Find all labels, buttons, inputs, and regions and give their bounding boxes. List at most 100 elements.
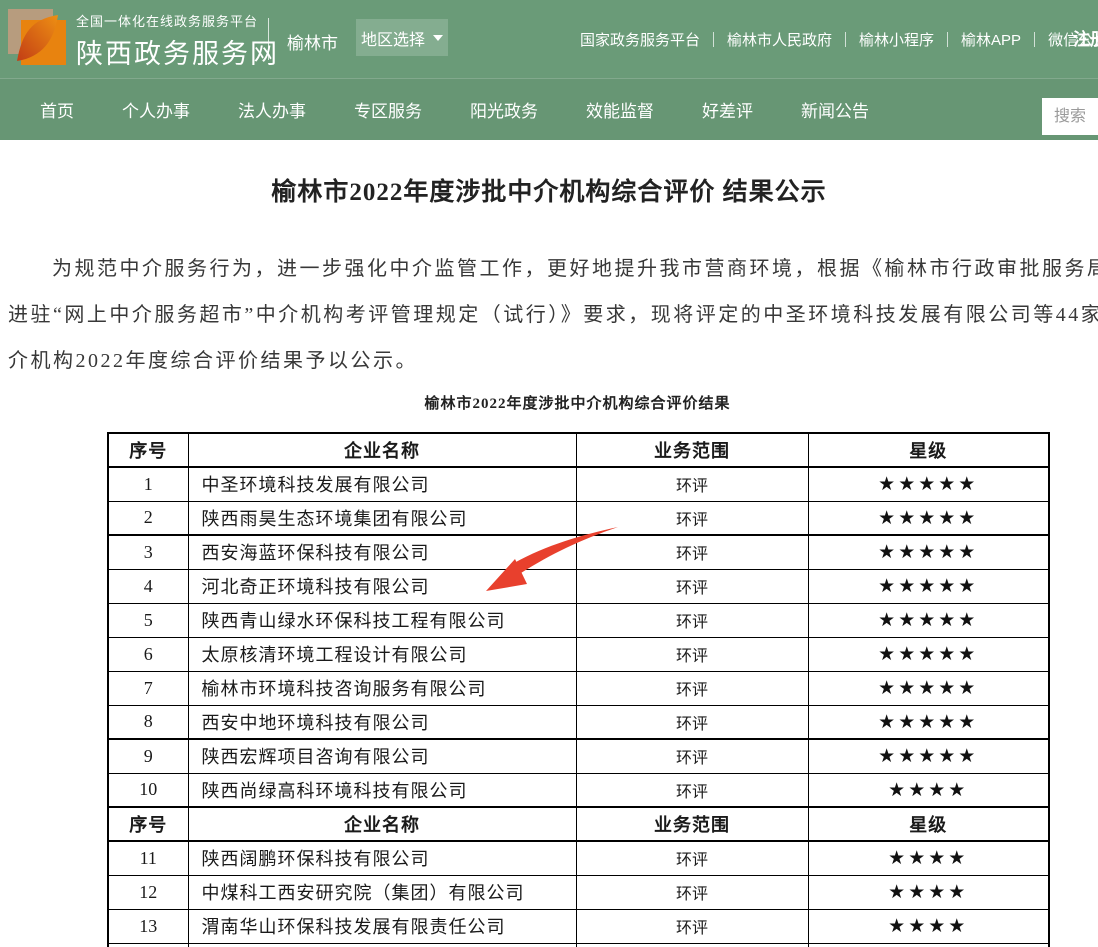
business-scope-cell: 环评 bbox=[576, 569, 808, 603]
star-rating-cell: ★★★★★ bbox=[808, 501, 1049, 535]
business-scope-cell: 环评 bbox=[576, 637, 808, 671]
table-row: 11陕西阔鹏环保科技有限公司环评★★★★ bbox=[108, 841, 1049, 875]
star-rating-cell: ★★★★ bbox=[808, 875, 1049, 909]
serial-cell: 4 bbox=[108, 569, 188, 603]
nav-item[interactable]: 首页 bbox=[40, 97, 74, 122]
column-header: 序号 bbox=[108, 433, 188, 467]
nav-item[interactable]: 专区服务 bbox=[354, 97, 422, 122]
serial-cell: 6 bbox=[108, 637, 188, 671]
table-row: 13渭南华山环保科技发展有限责任公司环评★★★★ bbox=[108, 909, 1049, 943]
site-header: 全国一体化在线政务服务平台 陕西政务服务网 榆林市 地区选择 国家政务服务平台榆… bbox=[0, 0, 1098, 78]
company-name-cell: 河北奇正环境科技有限公司 bbox=[188, 569, 576, 603]
register-link[interactable]: 注册 bbox=[1073, 25, 1098, 50]
serial-cell: 12 bbox=[108, 875, 188, 909]
star-rating-cell: ★★★★★ bbox=[808, 739, 1049, 773]
serial-cell: 7 bbox=[108, 671, 188, 705]
business-scope-cell: 环评 bbox=[576, 467, 808, 501]
nav-item[interactable]: 效能监督 bbox=[586, 97, 654, 122]
page-title: 榆林市2022年度涉批中介机构综合评价 结果公示 bbox=[0, 172, 1098, 208]
column-header: 序号 bbox=[108, 807, 188, 841]
company-name-cell: 陕西尚绿高科环境科技有限公司 bbox=[188, 773, 576, 807]
company-name-cell: 榆林市环境科技咨询服务有限公司 bbox=[188, 671, 576, 705]
paragraph-line: 介机构2022年度综合评价结果予以公示。 bbox=[8, 338, 1098, 384]
brand-block: 全国一体化在线政务服务平台 陕西政务服务网 bbox=[76, 11, 279, 71]
table-row: 2陕西雨昊生态环境集团有限公司环评★★★★★ bbox=[108, 501, 1049, 535]
header-link[interactable]: 国家政务服务平台 bbox=[567, 29, 713, 50]
table-row: 9陕西宏辉项目咨询有限公司环评★★★★★ bbox=[108, 739, 1049, 773]
table-row: 8西安中地环境科技有限公司环评★★★★★ bbox=[108, 705, 1049, 739]
nav-item[interactable]: 新闻公告 bbox=[801, 97, 869, 122]
serial-cell: 8 bbox=[108, 705, 188, 739]
star-rating-cell: ★★★★ bbox=[808, 909, 1049, 943]
business-scope-cell: 环评 bbox=[576, 875, 808, 909]
business-scope-cell: 环评 bbox=[576, 705, 808, 739]
business-scope-cell: 环评 bbox=[576, 773, 808, 807]
empty-cell bbox=[808, 943, 1049, 947]
table-row: 1中圣环境科技发展有限公司环评★★★★★ bbox=[108, 467, 1049, 501]
company-name-cell: 陕西青山绿水环保科技工程有限公司 bbox=[188, 603, 576, 637]
star-rating-cell: ★★★★★ bbox=[808, 637, 1049, 671]
nav-item[interactable]: 个人办事 bbox=[122, 97, 190, 122]
company-name-cell: 渭南华山环保科技发展有限责任公司 bbox=[188, 909, 576, 943]
company-name-cell: 西安海蓝环保科技有限公司 bbox=[188, 535, 576, 569]
company-name-cell: 太原核清环境工程设计有限公司 bbox=[188, 637, 576, 671]
evaluation-results-table: 序号企业名称业务范围星级1中圣环境科技发展有限公司环评★★★★★2陕西雨昊生态环… bbox=[107, 432, 1050, 947]
table-row: 6太原核清环境工程设计有限公司环评★★★★★ bbox=[108, 637, 1049, 671]
platform-label: 全国一体化在线政务服务平台 bbox=[76, 11, 279, 30]
company-name-cell: 陕西阔鹏环保科技有限公司 bbox=[188, 841, 576, 875]
table-header-row: 序号企业名称业务范围星级 bbox=[108, 433, 1049, 467]
business-scope-cell: 环评 bbox=[576, 739, 808, 773]
site-name: 陕西政务服务网 bbox=[76, 32, 279, 71]
search-input[interactable] bbox=[1042, 98, 1098, 135]
empty-cell bbox=[188, 943, 576, 947]
paragraph-line: 进驻“网上中介服务超市”中介机构考评管理规定（试行）》要求，现将评定的中圣环境科… bbox=[8, 292, 1098, 338]
column-header: 业务范围 bbox=[576, 807, 808, 841]
column-header: 企业名称 bbox=[188, 807, 576, 841]
company-name-cell: 西安中地环境科技有限公司 bbox=[188, 705, 576, 739]
table-row: 12中煤科工西安研究院（集团）有限公司环评★★★★ bbox=[108, 875, 1049, 909]
star-rating-cell: ★★★★★ bbox=[808, 569, 1049, 603]
company-name-cell: 中圣环境科技发展有限公司 bbox=[188, 467, 576, 501]
page: 全国一体化在线政务服务平台 陕西政务服务网 榆林市 地区选择 国家政务服务平台榆… bbox=[0, 0, 1098, 947]
business-scope-cell: 环评 bbox=[576, 535, 808, 569]
region-selector-button[interactable]: 地区选择 bbox=[356, 19, 448, 56]
business-scope-cell: 环评 bbox=[576, 501, 808, 535]
table-header-row: 序号企业名称业务范围星级 bbox=[108, 807, 1049, 841]
nav-item[interactable]: 法人办事 bbox=[238, 97, 306, 122]
business-scope-cell: 环评 bbox=[576, 603, 808, 637]
serial-cell: 5 bbox=[108, 603, 188, 637]
chevron-down-icon bbox=[433, 35, 443, 41]
empty-cell bbox=[576, 943, 808, 947]
serial-cell: 10 bbox=[108, 773, 188, 807]
site-logo-icon[interactable] bbox=[8, 9, 66, 67]
serial-cell: 9 bbox=[108, 739, 188, 773]
table-row: 10陕西尚绿高科环境科技有限公司环评★★★★ bbox=[108, 773, 1049, 807]
empty-cell bbox=[108, 943, 188, 947]
header-divider bbox=[268, 18, 269, 60]
header-links: 国家政务服务平台榆林市人民政府榆林小程序榆林APP微信公众号 bbox=[567, 0, 1098, 78]
current-city-label: 榆林市 bbox=[287, 29, 338, 54]
serial-cell: 2 bbox=[108, 501, 188, 535]
serial-cell: 3 bbox=[108, 535, 188, 569]
business-scope-cell: 环评 bbox=[576, 909, 808, 943]
nav-item[interactable]: 好差评 bbox=[702, 97, 753, 122]
header-link[interactable]: 榆林APP bbox=[948, 29, 1034, 50]
star-rating-cell: ★★★★★ bbox=[808, 671, 1049, 705]
nav-items: 首页 个人办事 法人办事 专区服务 阳光政务 效能监督 好差评 新闻公告 bbox=[0, 79, 1098, 140]
column-header: 星级 bbox=[808, 433, 1049, 467]
nav-item[interactable]: 阳光政务 bbox=[470, 97, 538, 122]
table-row: 4河北奇正环境科技有限公司环评★★★★★ bbox=[108, 569, 1049, 603]
serial-cell: 11 bbox=[108, 841, 188, 875]
table-row: 7榆林市环境科技咨询服务有限公司环评★★★★★ bbox=[108, 671, 1049, 705]
column-header: 星级 bbox=[808, 807, 1049, 841]
header-link[interactable]: 榆林小程序 bbox=[846, 29, 947, 50]
table-row: 5陕西青山绿水环保科技工程有限公司环评★★★★★ bbox=[108, 603, 1049, 637]
paragraph-line: 为规范中介服务行为，进一步强化中介监管工作，更好地提升我市营商环境，根据《榆林市… bbox=[8, 246, 1098, 292]
star-rating-cell: ★★★★★ bbox=[808, 535, 1049, 569]
main-nav: 首页 个人办事 法人办事 专区服务 阳光政务 效能监督 好差评 新闻公告 bbox=[0, 78, 1098, 140]
star-rating-cell: ★★★★★ bbox=[808, 467, 1049, 501]
header-link[interactable]: 榆林市人民政府 bbox=[714, 29, 845, 50]
company-name-cell: 中煤科工西安研究院（集团）有限公司 bbox=[188, 875, 576, 909]
serial-cell: 1 bbox=[108, 467, 188, 501]
region-selector-label: 地区选择 bbox=[361, 26, 425, 50]
